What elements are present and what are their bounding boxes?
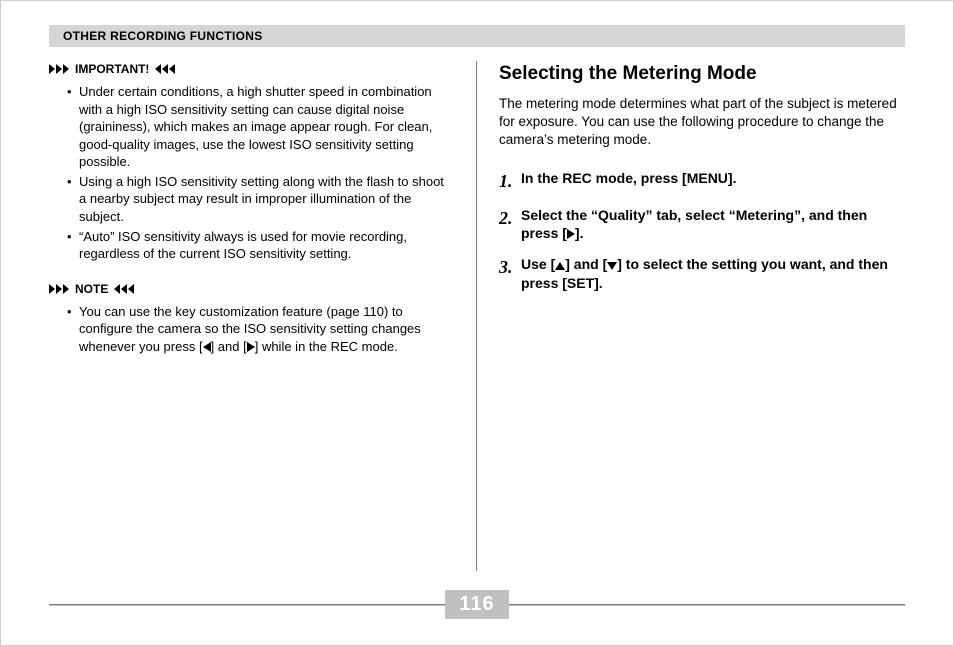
section-header: OTHER RECORDING FUNCTIONS — [49, 25, 905, 47]
content-columns: IMPORTANT! Under certain conditions, a h… — [49, 61, 905, 571]
left-column: IMPORTANT! Under certain conditions, a h… — [49, 61, 477, 571]
list-item: “Auto” ISO sensitivity always is used fo… — [79, 228, 454, 263]
section-title: Selecting the Metering Mode — [499, 61, 905, 87]
page-footer: 116 — [49, 590, 905, 619]
arrow-right-icon — [49, 64, 69, 74]
right-arrow-icon — [247, 342, 255, 352]
step2-post: ]. — [575, 225, 584, 241]
list-item: Using a high ISO sensitivity setting alo… — [79, 173, 454, 226]
down-arrow-icon — [607, 262, 617, 270]
step-text: In the REC mode, press [MENU]. — [521, 169, 905, 188]
step-number: 1. — [499, 169, 521, 193]
step-text: Use [] and [] to select the setting you … — [521, 255, 905, 293]
footer-rule-left — [49, 604, 445, 606]
step-text: Select the “Quality” tab, select “Meteri… — [521, 206, 905, 244]
step-1: 1. In the REC mode, press [MENU]. — [499, 169, 905, 193]
step-3: 3. Use [] and [] to select the setting y… — [499, 255, 905, 293]
note-text-post: ] while in the REC mode. — [255, 339, 398, 354]
arrow-right-icon — [49, 284, 69, 294]
important-list: Under certain conditions, a high shutter… — [49, 83, 454, 262]
note-list: You can use the key customization featur… — [49, 303, 454, 356]
note-label: NOTE — [75, 281, 108, 297]
list-item: You can use the key customization featur… — [79, 303, 454, 356]
page-number: 116 — [445, 590, 508, 619]
note-text-mid: ] and [ — [211, 339, 247, 354]
footer-rule-right — [509, 604, 905, 606]
right-column: Selecting the Metering Mode The metering… — [477, 61, 905, 571]
section-intro: The metering mode determines what part o… — [499, 95, 905, 150]
arrow-left-icon — [155, 64, 175, 74]
left-arrow-icon — [203, 342, 211, 352]
important-label: IMPORTANT! — [75, 61, 149, 77]
right-arrow-icon — [567, 229, 575, 239]
note-tag: NOTE — [49, 281, 454, 297]
steps-list: 1. In the REC mode, press [MENU]. 2. Sel… — [499, 169, 905, 293]
step-number: 3. — [499, 255, 521, 279]
important-tag: IMPORTANT! — [49, 61, 454, 77]
list-item: Under certain conditions, a high shutter… — [79, 83, 454, 171]
step3-pre: Use [ — [521, 256, 555, 272]
step-number: 2. — [499, 206, 521, 230]
up-arrow-icon — [555, 262, 565, 270]
step-2: 2. Select the “Quality” tab, select “Met… — [499, 206, 905, 244]
manual-page: OTHER RECORDING FUNCTIONS IMPORTANT! Und… — [0, 0, 954, 646]
arrow-left-icon — [114, 284, 134, 294]
step3-mid: ] and [ — [565, 256, 607, 272]
